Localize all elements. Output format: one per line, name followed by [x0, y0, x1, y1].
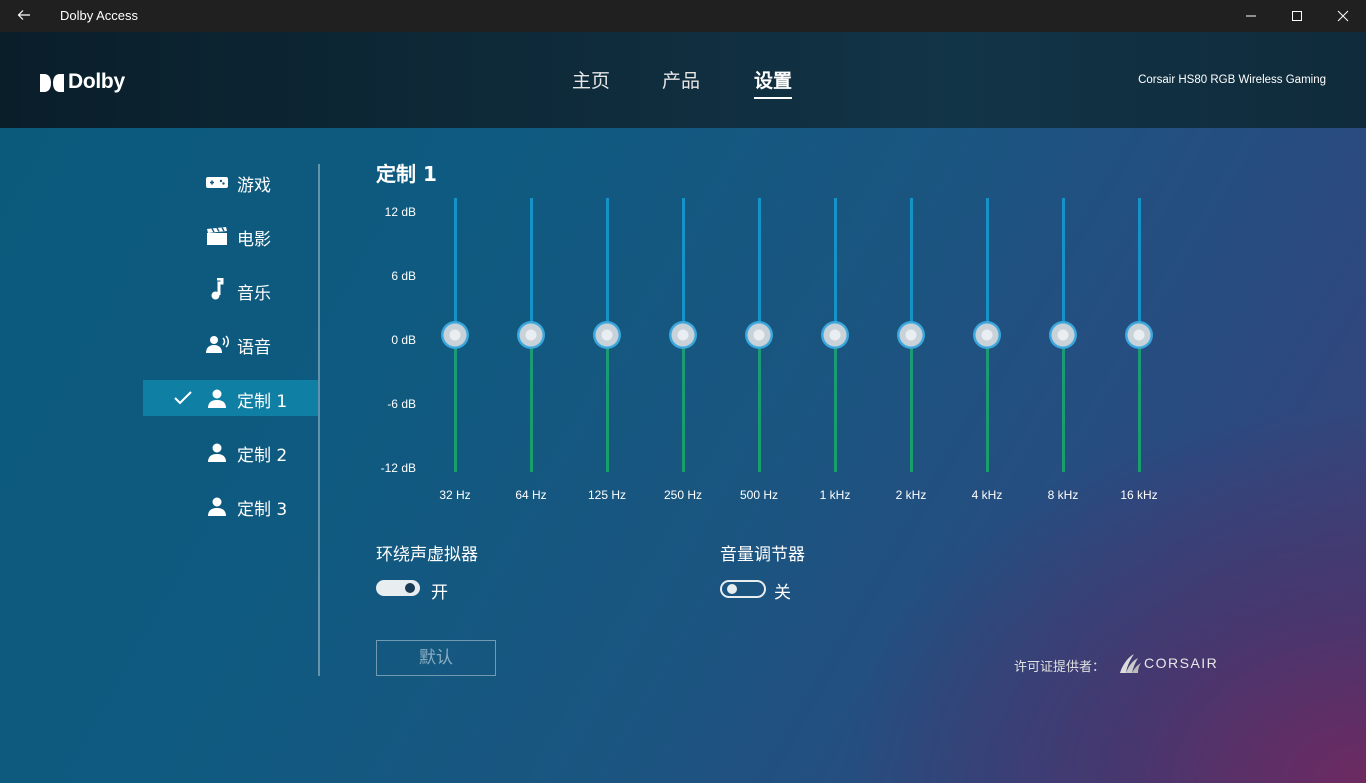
- sidebar-item-label: 游戏: [237, 176, 271, 196]
- eq-slider[interactable]: [1123, 198, 1155, 472]
- sidebar-item-music[interactable]: 音乐: [143, 272, 318, 308]
- eq-slider-knob[interactable]: [745, 321, 773, 349]
- sidebar-item-label: 定制 1: [237, 392, 288, 412]
- title-bar: Dolby Access: [0, 0, 1366, 32]
- db-label: 0 dB: [391, 333, 416, 347]
- eq-slider-knob[interactable]: [897, 321, 925, 349]
- db-label: 6 dB: [391, 269, 416, 283]
- db-label: -6 dB: [387, 397, 416, 411]
- eq-frequency-label: 4 kHz: [971, 488, 1003, 502]
- eq-slider[interactable]: [971, 198, 1003, 472]
- sidebar-item-label: 定制 3: [237, 500, 288, 520]
- person-icon: [205, 388, 229, 408]
- eq-slider[interactable]: [515, 198, 547, 472]
- toggle-knob: [727, 584, 737, 594]
- checkmark-icon: [173, 390, 193, 410]
- sidebar-item-custom-2[interactable]: 定制 2: [143, 434, 318, 470]
- eq-slider-knob[interactable]: [441, 321, 469, 349]
- eq-slider-knob[interactable]: [517, 321, 545, 349]
- eq-frequency-label: 500 Hz: [739, 488, 779, 502]
- eq-frequency-label: 64 Hz: [515, 488, 547, 502]
- clapperboard-icon: [205, 226, 229, 246]
- eq-slider-knob[interactable]: [669, 321, 697, 349]
- volume-leveler-toggle[interactable]: [720, 580, 766, 598]
- logo-text: Dolby: [68, 70, 125, 93]
- eq-slider-knob[interactable]: [1125, 321, 1153, 349]
- eq-slider[interactable]: [667, 198, 699, 472]
- dolby-double-d-icon: [40, 74, 64, 92]
- eq-slider-knob[interactable]: [593, 321, 621, 349]
- volume-leveler-state: 关: [774, 583, 791, 603]
- sidebar-item-custom-3[interactable]: 定制 3: [143, 488, 318, 524]
- back-arrow-icon[interactable]: [16, 7, 32, 23]
- eq-slider-knob[interactable]: [973, 321, 1001, 349]
- eq-slider[interactable]: [743, 198, 775, 472]
- eq-slider[interactable]: [591, 198, 623, 472]
- eq-slider[interactable]: [895, 198, 927, 472]
- minimize-icon: [1246, 15, 1256, 17]
- eq-frequency-label: 8 kHz: [1047, 488, 1079, 502]
- corsair-brand-text: CORSAIR: [1144, 655, 1219, 671]
- toggle-knob: [405, 583, 415, 593]
- volume-leveler-title: 音量调节器: [720, 545, 805, 565]
- license-label: 许可证提供者：: [1014, 660, 1106, 675]
- eq-frequency-label: 2 kHz: [895, 488, 927, 502]
- maximize-button[interactable]: [1274, 0, 1320, 32]
- eq-frequency-label: 250 Hz: [663, 488, 703, 502]
- voice-icon: [205, 334, 229, 354]
- app-header: Dolby 主页 产品 设置 Corsair HS80 RGB Wireless…: [0, 32, 1366, 128]
- person-icon: [205, 442, 229, 462]
- eq-frequency-label: 1 kHz: [819, 488, 851, 502]
- device-name: Corsair HS80 RGB Wireless Gaming: [1138, 74, 1326, 86]
- window-title: Dolby Access: [60, 8, 139, 23]
- tab-products[interactable]: 产品: [662, 66, 700, 93]
- db-label: -12 dB: [380, 461, 416, 475]
- sidebar-item-label: 电影: [237, 230, 271, 250]
- virtualizer-state: 开: [431, 583, 448, 603]
- db-label: 12 dB: [384, 205, 416, 219]
- person-icon: [205, 496, 229, 516]
- minimize-button[interactable]: [1228, 0, 1274, 32]
- music-note-icon: [205, 277, 229, 300]
- sidebar-item-label: 语音: [237, 338, 271, 358]
- tab-home[interactable]: 主页: [572, 66, 610, 93]
- equalizer-title: 定制 1: [376, 162, 437, 186]
- eq-frequency-label: 32 Hz: [439, 488, 471, 502]
- maximize-icon: [1292, 11, 1302, 21]
- sidebar-item-movies[interactable]: 电影: [143, 218, 318, 254]
- eq-slider[interactable]: [1047, 198, 1079, 472]
- sidebar-item-games[interactable]: 游戏: [143, 164, 318, 200]
- eq-frequency-label: 16 kHz: [1120, 488, 1158, 502]
- eq-slider[interactable]: [439, 198, 471, 472]
- gamepad-icon: [205, 172, 229, 192]
- sidebar-item-label: 音乐: [237, 284, 271, 304]
- eq-frequency-label: 125 Hz: [587, 488, 627, 502]
- sidebar-divider: [318, 164, 320, 676]
- eq-slider-knob[interactable]: [1049, 321, 1077, 349]
- sidebar-item-label: 定制 2: [237, 446, 288, 466]
- main-content: 游戏 电影 音乐 语音 定制 1 定制 2 定制 3 定制 1 12 dB 6 …: [0, 128, 1366, 783]
- sidebar-item-voice[interactable]: 语音: [143, 326, 318, 362]
- eq-slider[interactable]: [819, 198, 851, 472]
- tab-settings[interactable]: 设置: [754, 66, 793, 99]
- corsair-sails-icon: [1120, 654, 1141, 673]
- default-button[interactable]: 默认: [376, 640, 496, 676]
- sidebar-item-custom-1[interactable]: 定制 1: [143, 380, 318, 416]
- eq-slider-knob[interactable]: [821, 321, 849, 349]
- close-button[interactable]: [1320, 0, 1366, 32]
- close-icon: [1337, 10, 1349, 22]
- virtualizer-toggle[interactable]: [376, 580, 420, 596]
- virtualizer-title: 环绕声虚拟器: [376, 545, 478, 565]
